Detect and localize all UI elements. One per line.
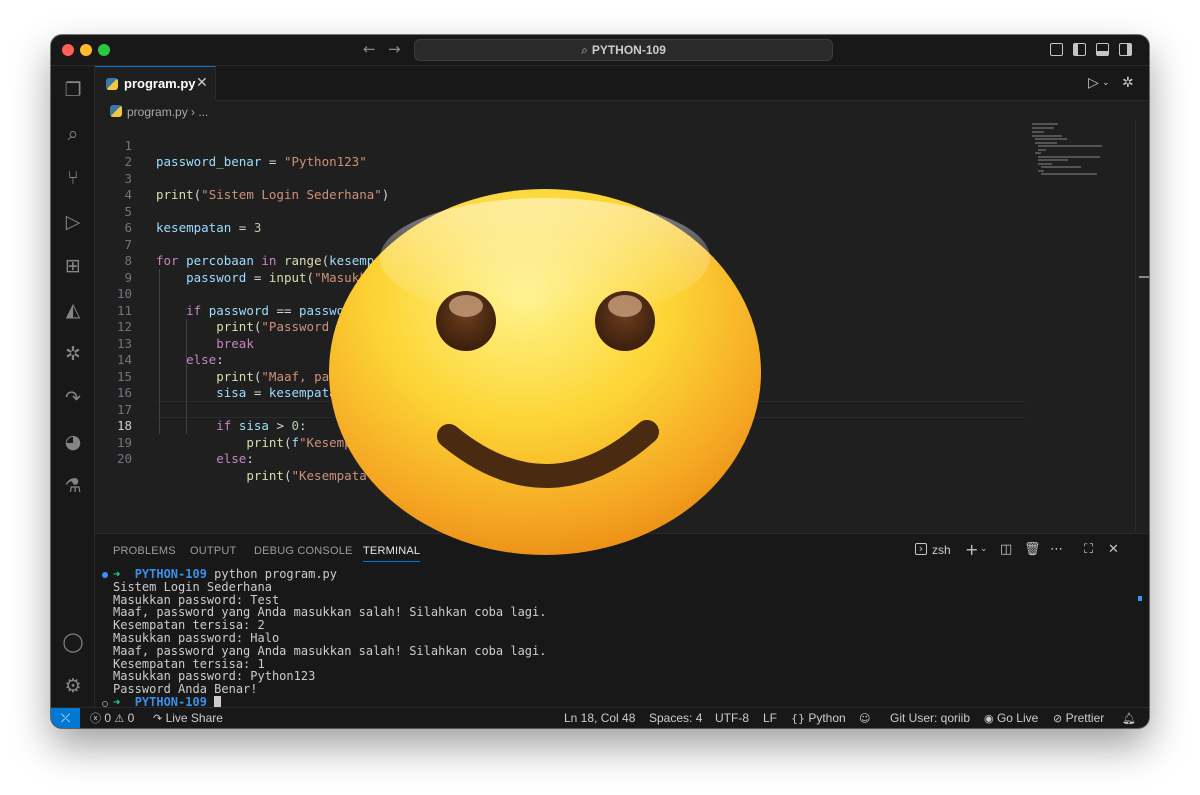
terminal-prompt-line: ➜ PYTHON-109 python program.py xyxy=(113,567,337,581)
tab-problems[interactable]: PROBLEMS xyxy=(113,545,176,557)
code-line: 2 xyxy=(95,138,1025,169)
live-share-icon: ↷ xyxy=(153,712,163,725)
title-bar: ← → ⌕ PYTHON-109 xyxy=(51,35,1149,66)
workspace-name: PYTHON-109 xyxy=(591,43,666,57)
forward-arrow-icon[interactable]: → xyxy=(388,40,401,58)
close-icon[interactable]: ✕ xyxy=(196,75,208,91)
warning-icon: ⚠ xyxy=(114,712,125,725)
remote-explorer-icon[interactable]: ◕ xyxy=(61,430,85,454)
status-bar: ⤫ ⓧ 0 ⚠ 0 ↷ Live Share Ln 18, Col 48 Spa… xyxy=(51,707,1149,728)
run-dropdown-icon[interactable]: ⌄ xyxy=(1102,78,1110,88)
error-icon: ⓧ xyxy=(90,712,101,725)
kill-terminal-icon[interactable]: 🗑 xyxy=(1024,542,1041,557)
code-line: 3 print("Sistem Login Sederhana") xyxy=(95,154,1025,203)
search-icon[interactable]: ⌕ xyxy=(61,122,85,146)
breadcrumb-more[interactable]: ... xyxy=(198,105,208,119)
toggle-sidebar-icon[interactable] xyxy=(1073,43,1086,56)
python-file-icon xyxy=(110,105,122,117)
explorer-icon[interactable]: ❐ xyxy=(61,78,85,102)
emoji-highlight xyxy=(380,198,710,318)
indentation-status[interactable]: Spaces: 4 xyxy=(649,708,702,728)
editor-scrollbar[interactable] xyxy=(1135,121,1149,533)
terminal[interactable]: ➜ PYTHON-109 python program.py Sistem Lo… xyxy=(95,564,1142,728)
copilot-icon[interactable]: ☺ xyxy=(859,708,870,728)
code-text: else: xyxy=(216,451,254,466)
prettier-status[interactable]: ⊘ Prettier xyxy=(1053,708,1104,728)
code-line: 4 xyxy=(95,171,1025,202)
maximize-panel-icon[interactable]: ⛶ xyxy=(1084,542,1093,557)
encoding-status[interactable]: UTF-8 xyxy=(715,708,749,728)
git-user-status[interactable]: Git User: qoriib xyxy=(890,708,970,728)
new-terminal-icon[interactable]: + xyxy=(965,540,978,559)
broadcast-icon: ◉ xyxy=(984,712,994,725)
source-control-icon[interactable]: ⑂ xyxy=(61,166,85,190)
language-mode[interactable]: {} Python xyxy=(791,708,846,728)
settings-gear-icon[interactable]: ⚙ xyxy=(61,674,85,698)
emoji-eye-glint xyxy=(608,295,642,317)
terminal-icon: › xyxy=(915,543,927,555)
customize-layout-icon[interactable] xyxy=(1050,43,1063,56)
split-editor-icon[interactable]: ◫ xyxy=(1148,75,1149,91)
minimap[interactable] xyxy=(1032,121,1122,181)
python-file-icon xyxy=(106,78,118,90)
run-debug-icon[interactable]: ▷ xyxy=(61,210,85,234)
account-icon[interactable]: ◯ xyxy=(61,630,85,654)
chatgpt-icon[interactable]: ✲ xyxy=(61,342,85,366)
go-live-button[interactable]: ◉ Go Live xyxy=(984,708,1038,728)
live-share-status[interactable]: ↷ Live Share xyxy=(153,708,223,728)
remote-indicator-icon[interactable]: ⤫ xyxy=(51,708,80,728)
tab-program-py[interactable]: program.py ✕ xyxy=(95,66,216,101)
testing-icon[interactable]: ⚗ xyxy=(61,474,85,498)
maximize-window-button[interactable] xyxy=(98,44,110,56)
tab-label: program.py xyxy=(124,76,196,91)
command-center-search[interactable]: ⌕ PYTHON-109 xyxy=(414,39,833,61)
close-panel-icon[interactable]: ✕ xyxy=(1108,542,1119,557)
tab-output[interactable]: OUTPUT xyxy=(190,545,236,557)
terminal-scrollbar-marker xyxy=(1138,596,1142,601)
minimize-window-button[interactable] xyxy=(80,44,92,56)
cursor-position[interactable]: Ln 18, Col 48 xyxy=(564,708,635,728)
run-python-file-icon[interactable]: ▷ xyxy=(1088,75,1099,91)
prettier-icon: ⊘ xyxy=(1053,712,1063,725)
smiling-face-emoji xyxy=(329,189,761,555)
braces-icon: {} xyxy=(791,712,805,725)
breadcrumb: program.py › ... xyxy=(110,102,208,122)
breadcrumb-separator: › xyxy=(191,105,196,119)
editor-tab-bar: program.py ✕ ▷ ⌄ ✲ ◫ ⋯ xyxy=(95,66,1149,101)
scrollbar-cursor-marker xyxy=(1139,276,1149,278)
split-terminal-icon[interactable]: ◫ xyxy=(1000,542,1012,557)
eol-status[interactable]: LF xyxy=(763,708,777,728)
more-actions-icon[interactable]: ⋯ xyxy=(1050,542,1063,557)
breadcrumb-file[interactable]: program.py xyxy=(127,105,188,119)
toggle-secondary-sidebar-icon[interactable] xyxy=(1119,43,1132,56)
activity-bar: ❐ ⌕ ⑂ ▷ ⊞ ◭ ✲ ↷ ◕ ⚗ ◯ ⚙ 1 xyxy=(51,66,95,728)
command-decoration-icon xyxy=(102,572,108,578)
close-window-button[interactable] xyxy=(62,44,74,56)
problems-indicator[interactable]: ⓧ 0 ⚠ 0 xyxy=(90,708,134,728)
terminal-output-line: Sistem Login Sederhana xyxy=(113,579,272,594)
live-share-icon[interactable]: ↷ xyxy=(61,386,85,410)
terminal-output-line: Maaf, password yang Anda masukkan salah!… xyxy=(113,643,547,658)
code-line: 1 password_benar = "Python123" xyxy=(95,121,1025,170)
notifications-bell-icon[interactable]: 🔔︎ xyxy=(1122,708,1136,728)
terminal-dropdown-icon[interactable]: ⌄ xyxy=(980,544,988,554)
back-arrow-icon[interactable]: ← xyxy=(363,40,376,58)
terminal-shell-name[interactable]: zsh xyxy=(932,543,951,557)
chatgpt-editor-icon[interactable]: ✲ xyxy=(1122,75,1134,91)
line-number: 20 xyxy=(116,451,132,466)
azure-icon[interactable]: ◭ xyxy=(61,298,85,322)
extensions-icon[interactable]: ⊞ xyxy=(61,254,85,278)
bottom-panel: PROBLEMS OUTPUT DEBUG CONSOLE TERMINAL ›… xyxy=(95,533,1149,728)
search-icon: ⌕ xyxy=(581,43,588,57)
emoji-eye-glint xyxy=(449,295,483,317)
terminal-output-line: Masukkan password: Halo xyxy=(113,631,280,645)
toggle-panel-icon[interactable] xyxy=(1096,43,1109,56)
